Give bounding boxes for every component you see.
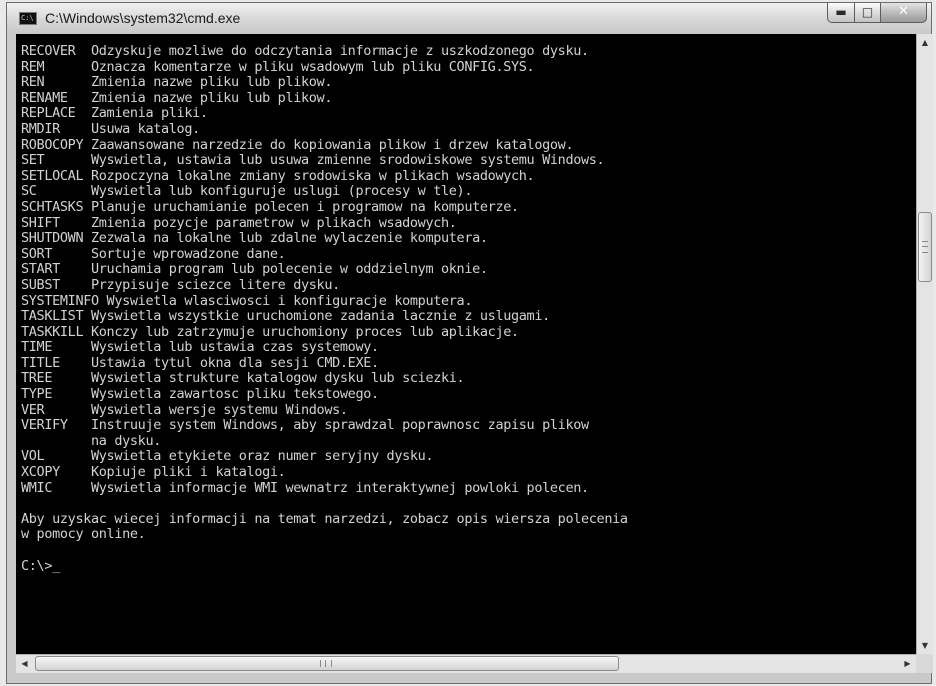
scroll-right-arrow-icon[interactable]: ▶ bbox=[899, 655, 916, 673]
title-bar[interactable]: C:\ C:\Windows\system32\cmd.exe ▬ □ ✕ bbox=[7, 3, 931, 33]
console-line: TREE Wyswietla strukture katalogow dysku… bbox=[21, 370, 465, 387]
cmd-icon[interactable]: C:\ bbox=[19, 12, 37, 25]
console-line: SETLOCAL Rozpoczyna lokalne zmiany srodo… bbox=[21, 167, 535, 184]
scrollbar-corner bbox=[916, 654, 933, 673]
console-line: C:\>_ bbox=[21, 557, 60, 574]
console-line: REPLACE Zamienia pliki. bbox=[21, 105, 208, 122]
maximize-button[interactable]: □ bbox=[854, 3, 881, 23]
close-button[interactable]: ✕ bbox=[880, 3, 927, 23]
grip-icon bbox=[922, 241, 928, 253]
console-line: VER Wyswietla wersje systemu Windows. bbox=[21, 401, 348, 418]
console-line: REN Zmienia nazwe pliku lub plikow. bbox=[21, 74, 333, 91]
console-line: SORT Sortuje wprowadzone dane. bbox=[21, 245, 286, 262]
console-line: TASKKILL Konczy lub zatrzymuje uruchomio… bbox=[21, 323, 519, 340]
console-line: VERIFY Instruuje system Windows, aby spr… bbox=[21, 417, 589, 434]
minimize-icon: ▬ bbox=[835, 5, 847, 19]
horizontal-scroll-thumb[interactable] bbox=[35, 656, 619, 671]
grip-icon bbox=[320, 660, 332, 667]
console-line: VOL Wyswietla etykiete oraz numer seryjn… bbox=[21, 448, 434, 465]
console-line: START Uruchamia program lub polecenie w … bbox=[21, 261, 488, 278]
vertical-scroll-thumb[interactable] bbox=[918, 212, 932, 282]
console-line: na dysku. bbox=[21, 432, 161, 449]
console-line: SCHTASKS Planuje uruchamianie polecen i … bbox=[21, 198, 519, 215]
console-line: SC Wyswietla lub konfiguruje uslugi (pro… bbox=[21, 183, 473, 200]
console-line: RECOVER Odzyskuje mozliwe do odczytania … bbox=[21, 43, 589, 59]
console-line: ROBOCOPY Zaawansowane narzedzie do kopio… bbox=[21, 136, 574, 153]
console-line: RMDIR Usuwa katalog. bbox=[21, 120, 200, 137]
console-line: TIME Wyswietla lub ustawia czas systemow… bbox=[21, 339, 379, 356]
console-line: SET Wyswietla, ustawia lub usuwa zmienne… bbox=[21, 152, 605, 169]
cmd-window: C:\ C:\Windows\system32\cmd.exe ▬ □ ✕ RE… bbox=[6, 2, 933, 684]
close-icon: ✕ bbox=[898, 4, 909, 19]
console-text: RECOVER Odzyskuje mozliwe do odczytania … bbox=[21, 43, 914, 574]
vertical-scrollbar[interactable]: ▲ ▼ bbox=[916, 34, 933, 654]
scroll-left-arrow-icon[interactable]: ◀ bbox=[16, 655, 33, 673]
console-line: SUBST Przypisuje sciezce litere dysku. bbox=[21, 276, 340, 293]
console-line: WMIC Wyswietla informacje WMI wewnatrz i… bbox=[21, 479, 589, 496]
maximize-icon: □ bbox=[861, 5, 874, 19]
horizontal-scrollbar[interactable]: ◀ ▶ bbox=[16, 654, 916, 673]
scroll-up-arrow-icon[interactable]: ▲ bbox=[917, 34, 933, 51]
console-line: SHUTDOWN Zezwala na lokalne lub zdalne w… bbox=[21, 230, 488, 247]
console-line: TASKLIST Wyswietla wszystkie uruchomione… bbox=[21, 308, 550, 325]
minimize-button[interactable]: ▬ bbox=[827, 3, 855, 23]
console-line: Aby uzyskac wiecej informacji na temat n… bbox=[21, 510, 628, 527]
console-line: RENAME Zmienia nazwe pliku lub plikow. bbox=[21, 89, 333, 106]
scroll-down-arrow-icon[interactable]: ▼ bbox=[917, 637, 933, 654]
console-line: TYPE Wyswietla zawartosc pliku tekstoweg… bbox=[21, 386, 379, 403]
console-line: SYSTEMINFO Wyswietla wlasciwosci i konfi… bbox=[21, 292, 473, 309]
console-line: SHIFT Zmienia pozycje parametrow w plika… bbox=[21, 214, 457, 231]
console-line: REM Oznacza komentarze w pliku wsadowym … bbox=[21, 58, 535, 75]
console-line: w pomocy online. bbox=[21, 526, 146, 543]
window-title: C:\Windows\system32\cmd.exe bbox=[45, 10, 241, 26]
console-line: TITLE Ustawia tytul okna dla sesji CMD.E… bbox=[21, 354, 379, 371]
text-cursor: _ bbox=[52, 557, 60, 574]
console-output[interactable]: RECOVER Odzyskuje mozliwe do odczytania … bbox=[16, 34, 916, 654]
console-line: XCOPY Kopiuje pliki i katalogi. bbox=[21, 464, 286, 481]
